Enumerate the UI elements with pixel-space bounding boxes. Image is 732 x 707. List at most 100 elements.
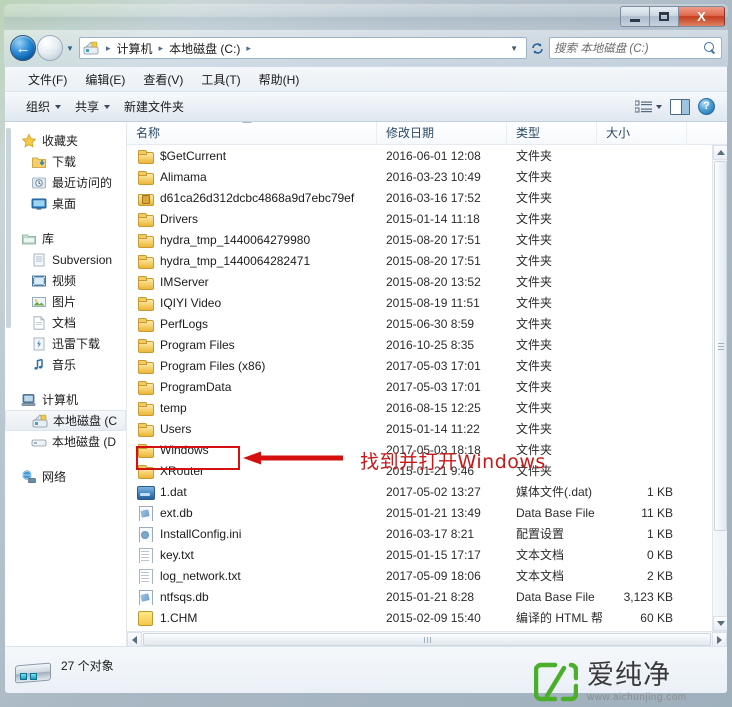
sidebar-scrollbar-thumb[interactable] xyxy=(6,128,11,328)
search-box[interactable]: 搜索 本地磁盘 (C:) xyxy=(549,37,722,59)
sidebar-item-videos[interactable]: 视频 xyxy=(5,270,126,291)
table-row[interactable]: PerfLogs 2015-06-30 8:59 文件夹 xyxy=(127,313,712,334)
sidebar-item-network[interactable]: 网络 xyxy=(5,466,126,487)
ini-file-icon xyxy=(137,526,153,542)
sidebar-item-downloads[interactable]: 下载 xyxy=(5,151,126,172)
folder-icon xyxy=(137,337,154,353)
folder-icon xyxy=(137,274,154,290)
sidebar-item-documents[interactable]: 文档 xyxy=(5,312,126,333)
table-row[interactable]: d61ca26d312dcbc4868a9d7ebc79ef 2016-03-1… xyxy=(127,187,712,208)
table-row[interactable]: $GetCurrent 2016-06-01 12:08 文件夹 xyxy=(127,145,712,166)
table-row[interactable]: Alimama 2016-03-23 10:49 文件夹 xyxy=(127,166,712,187)
column-header-type[interactable]: 类型 xyxy=(507,122,597,145)
file-name: Users xyxy=(160,421,192,436)
address-dropdown-icon[interactable]: ▼ xyxy=(504,44,524,53)
table-row[interactable]: IQIYI Video 2015-08-19 11:51 文件夹 xyxy=(127,292,712,313)
column-header-size[interactable]: 大小 xyxy=(597,122,687,145)
table-row[interactable]: log_network.txt 2017-05-09 18:06 文本文档 2 … xyxy=(127,565,712,586)
scroll-left-button[interactable] xyxy=(127,632,142,646)
chevron-down-icon xyxy=(656,104,662,109)
back-button[interactable]: ← xyxy=(10,35,36,61)
forward-arrow-icon: → xyxy=(42,39,58,57)
table-row[interactable]: ntfsqs.db 2015-01-21 8:28 Data Base File… xyxy=(127,586,712,607)
sidebar-scrollbar[interactable] xyxy=(6,122,11,646)
menu-view[interactable]: 查看(V) xyxy=(134,68,192,91)
vertical-scrollbar-thumb[interactable] xyxy=(714,161,727,531)
cell-date: 2016-10-25 8:35 xyxy=(386,337,475,352)
table-row[interactable]: key.txt 2015-01-15 17:17 文本文档 0 KB xyxy=(127,544,712,565)
sidebar-item-music[interactable]: 音乐 xyxy=(5,354,126,375)
scroll-up-button[interactable] xyxy=(713,145,727,160)
cell-date: 2016-03-17 8:21 xyxy=(386,526,475,541)
table-row[interactable]: IMServer 2015-08-20 13:52 文件夹 xyxy=(127,271,712,292)
sidebar-item-local-disk-c[interactable]: 本地磁盘 (C xyxy=(5,410,126,431)
help-button[interactable]: ? xyxy=(694,96,719,117)
sidebar-label: 音乐 xyxy=(52,358,77,372)
share-button[interactable]: 共享 xyxy=(68,94,117,119)
menu-tools[interactable]: 工具(T) xyxy=(192,68,249,91)
close-button[interactable]: X xyxy=(678,6,725,27)
sidebar-item-desktop[interactable]: 桌面 xyxy=(5,193,126,214)
sidebar-item-subversion[interactable]: Subversion xyxy=(5,249,126,270)
breadcrumb-local-disk-c[interactable]: 本地磁盘 (C:) xyxy=(167,40,242,57)
table-row[interactable]: Drivers 2015-01-14 11:18 文件夹 xyxy=(127,208,712,229)
file-name: ext.db xyxy=(160,505,193,520)
navigation-pane: 收藏夹 下载 最近访问的 桌面 库 Subversion 视频 图片 文档 迅雷… xyxy=(5,122,127,646)
vertical-scrollbar[interactable] xyxy=(712,145,727,631)
new-folder-button[interactable]: 新建文件夹 xyxy=(117,94,191,119)
scroll-right-button[interactable] xyxy=(712,632,727,646)
column-header-name[interactable]: 名称 xyxy=(127,122,377,145)
table-row[interactable]: 1.CHM 2015-02-09 15:40 编译的 HTML 帮 60 KB xyxy=(127,607,712,628)
cell-date: 2015-06-30 8:59 xyxy=(386,316,475,331)
sidebar-item-local-disk-d[interactable]: 本地磁盘 (D xyxy=(5,431,126,452)
menu-edit[interactable]: 编辑(E) xyxy=(76,68,134,91)
forward-button[interactable]: → xyxy=(37,35,63,61)
organize-button[interactable]: 组织 xyxy=(19,94,68,119)
table-row[interactable]: Program Files (x86) 2017-05-03 17:01 文件夹 xyxy=(127,355,712,376)
sidebar-item-favorites[interactable]: 收藏夹 xyxy=(5,130,126,151)
menu-help[interactable]: 帮助(H) xyxy=(250,68,309,91)
menu-file[interactable]: 文件(F) xyxy=(19,68,76,91)
refresh-button[interactable] xyxy=(527,37,547,59)
cell-date: 2017-05-03 17:01 xyxy=(386,358,481,373)
cell-type: 文件夹 xyxy=(516,380,553,394)
maximize-button[interactable] xyxy=(649,6,678,27)
table-row[interactable]: XRouter 2015-01-21 9:46 文件夹 xyxy=(127,460,712,481)
column-header-date[interactable]: 修改日期 xyxy=(377,122,507,145)
table-row[interactable]: temp 2016-08-15 12:25 文件夹 xyxy=(127,397,712,418)
sidebar-item-thunder-download[interactable]: 迅雷下载 xyxy=(5,333,126,354)
file-name: Windows xyxy=(160,442,209,457)
sidebar-item-pictures[interactable]: 图片 xyxy=(5,291,126,312)
aichunjing-mark-icon xyxy=(533,661,579,703)
sidebar-item-libraries[interactable]: 库 xyxy=(5,228,126,249)
status-item-count: 27 个对象 xyxy=(61,659,114,673)
table-row[interactable]: hydra_tmp_1440064282471 2015-08-20 17:51… xyxy=(127,250,712,271)
table-row-windows[interactable]: Windows 2017-05-03 18:18 文件夹 xyxy=(127,439,712,460)
folder-icon xyxy=(137,253,154,269)
table-row[interactable]: hydra_tmp_1440064279980 2015-08-20 17:51… xyxy=(127,229,712,250)
table-row[interactable]: ext.db 2015-01-21 13:49 Data Base File 1… xyxy=(127,502,712,523)
history-dropdown-button[interactable]: ▼ xyxy=(63,35,77,61)
sidebar-item-computer[interactable]: 计算机 xyxy=(5,389,126,410)
sidebar-item-recent-places[interactable]: 最近访问的 xyxy=(5,172,126,193)
cell-date: 2017-05-09 18:06 xyxy=(386,568,481,583)
minimize-button[interactable] xyxy=(620,6,649,27)
cell-size: 11 KB xyxy=(641,505,673,520)
table-row[interactable]: Users 2015-01-14 11:22 文件夹 xyxy=(127,418,712,439)
scroll-down-button[interactable] xyxy=(713,616,727,631)
file-name: Program Files (x86) xyxy=(160,358,266,373)
address-bar[interactable]: ▸ 计算机 ▸ 本地磁盘 (C:) ▸ ▼ xyxy=(79,37,527,59)
view-mode-button[interactable] xyxy=(631,98,666,116)
table-row[interactable]: 1.dat 2017-05-02 13:27 媒体文件(.dat) 1 KB xyxy=(127,481,712,502)
table-row[interactable]: Program Files 2016-10-25 8:35 文件夹 xyxy=(127,334,712,355)
horizontal-scrollbar-thumb[interactable] xyxy=(143,633,711,646)
search-input[interactable]: 搜索 本地磁盘 (C:) xyxy=(554,40,703,56)
horizontal-scrollbar[interactable] xyxy=(127,631,727,646)
sidebar-group-computer: 计算机 本地磁盘 (C 本地磁盘 (D xyxy=(5,389,126,452)
sidebar-label: 本地磁盘 (C xyxy=(53,414,117,428)
table-row[interactable]: InstallConfig.ini 2016-03-17 8:21 配置设置 1… xyxy=(127,523,712,544)
breadcrumb-computer[interactable]: 计算机 xyxy=(115,40,155,57)
preview-pane-button[interactable] xyxy=(666,97,694,117)
table-row[interactable]: ProgramData 2017-05-03 17:01 文件夹 xyxy=(127,376,712,397)
